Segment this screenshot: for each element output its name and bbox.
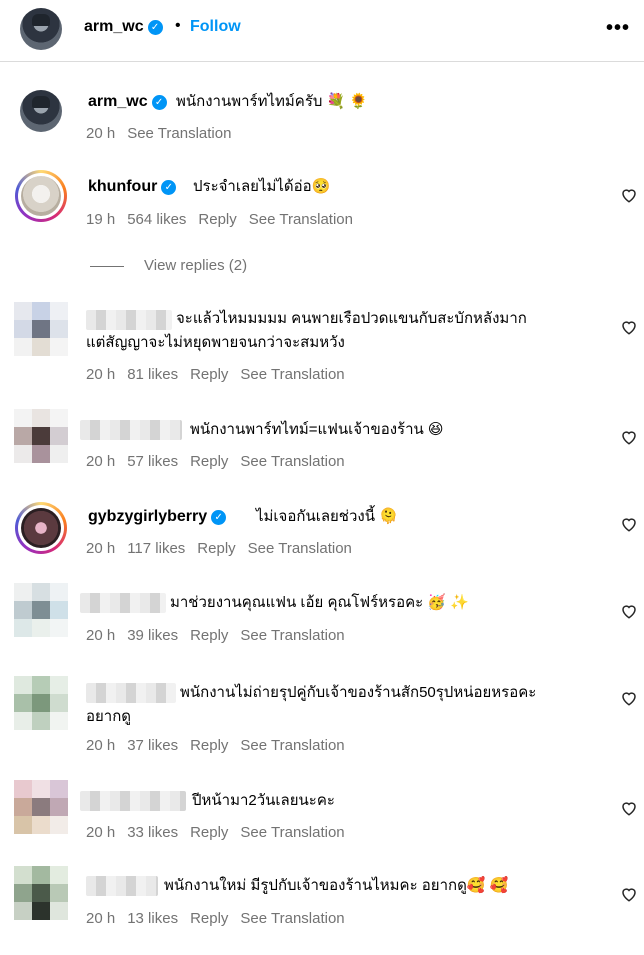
replies-divider	[90, 266, 124, 267]
reply-button[interactable]: Reply	[198, 211, 236, 228]
timestamp: 20 h	[86, 540, 116, 557]
like-heart-icon[interactable]	[620, 515, 638, 533]
blurred-username[interactable]	[80, 593, 166, 613]
comment-text: มาช่วยงานคุณแฟน เอ้ย คุณโฟร์หรอคะ 🥳 ✨	[170, 594, 469, 611]
comment-text: พนักงานใหม่ มีรูปกับเจ้าของร้านไหมคะ อยา…	[164, 877, 509, 894]
like-heart-icon[interactable]	[620, 602, 638, 620]
blurred-username[interactable]	[86, 683, 176, 703]
timestamp: 20 h	[86, 737, 116, 754]
caption-username[interactable]: arm_wc ✓	[88, 93, 167, 111]
caption-meta: 20 h See Translation	[86, 125, 243, 142]
see-translation-link[interactable]: See Translation	[249, 211, 353, 228]
likes-count[interactable]: 117 likes	[127, 540, 185, 557]
see-translation-link[interactable]: See Translation	[240, 824, 344, 841]
likes-count[interactable]: 13 likes	[127, 910, 178, 927]
comment-avatar[interactable]	[14, 676, 68, 730]
comment-text: ไม่เจอกันเลยช่วงนี้ 🫠	[256, 508, 398, 525]
verified-badge-icon: ✓	[151, 95, 167, 110]
comment-meta: 20 h 39 likes Reply See Translation	[86, 627, 357, 644]
reply-button[interactable]: Reply	[190, 824, 228, 841]
reply-button[interactable]: Reply	[190, 910, 228, 927]
verified-badge-icon: ✓	[147, 20, 163, 35]
comment-avatar[interactable]	[14, 302, 68, 356]
view-replies-button[interactable]: View replies (2)	[144, 257, 247, 274]
comment-text-line2: แต่สัญญาจะไม่หยุดพายจนกว่าจะสมหวัง	[86, 334, 345, 351]
verified-badge-icon: ✓	[161, 180, 177, 195]
comment-meta: 19 h 564 likes Reply See Translation	[86, 211, 365, 228]
likes-count[interactable]: 564 likes	[127, 211, 186, 228]
separator-dot: •	[175, 17, 181, 34]
comment-meta: 20 h 13 likes Reply See Translation	[86, 910, 357, 927]
comment-avatar[interactable]	[14, 780, 68, 834]
like-heart-icon[interactable]	[620, 318, 638, 336]
caption-avatar[interactable]	[20, 90, 62, 132]
comment-avatar[interactable]	[15, 502, 67, 554]
caption-text: พนักงานพาร์ทไทม์ครับ 💐 🌻	[176, 93, 369, 110]
see-translation-link[interactable]: See Translation	[240, 910, 344, 927]
comment-meta: 20 h 117 likes Reply See Translation	[86, 540, 364, 557]
more-options-icon[interactable]: •••	[606, 17, 630, 40]
reply-button[interactable]: Reply	[190, 737, 228, 754]
like-heart-icon[interactable]	[620, 428, 638, 446]
blurred-username[interactable]	[86, 876, 158, 896]
comment-meta: 20 h 81 likes Reply See Translation	[86, 366, 357, 383]
timestamp: 20 h	[86, 910, 116, 927]
timestamp: 20 h	[86, 627, 116, 644]
comment-meta: 20 h 37 likes Reply See Translation	[86, 737, 357, 754]
comment-text-line2: อยากดู	[86, 708, 132, 725]
blurred-username[interactable]	[80, 420, 182, 440]
see-translation-link[interactable]: See Translation	[127, 125, 231, 142]
like-heart-icon[interactable]	[620, 186, 638, 204]
verified-badge-icon: ✓	[211, 510, 227, 525]
post-header: arm_wc ✓ • Follow •••	[0, 0, 644, 62]
comment-text: ปีหน้ามา2วันเลยนะคะ	[192, 792, 335, 809]
likes-count[interactable]: 81 likes	[127, 366, 178, 383]
reply-button[interactable]: Reply	[197, 540, 235, 557]
like-heart-icon[interactable]	[620, 689, 638, 707]
see-translation-link[interactable]: See Translation	[240, 366, 344, 383]
see-translation-link[interactable]: See Translation	[240, 627, 344, 644]
comment-text: พนักงานไม่ถ่ายรุปคู่กับเจ้าของร้านสัก50ร…	[180, 684, 537, 701]
timestamp: 20 h	[86, 824, 116, 841]
likes-count[interactable]: 37 likes	[127, 737, 178, 754]
follow-button[interactable]: Follow	[190, 18, 241, 36]
like-heart-icon[interactable]	[620, 885, 638, 903]
reply-button[interactable]: Reply	[190, 453, 228, 470]
timestamp: 19 h	[86, 211, 116, 228]
reply-button[interactable]: Reply	[190, 627, 228, 644]
see-translation-link[interactable]: See Translation	[248, 540, 352, 557]
author-avatar[interactable]	[20, 8, 62, 50]
timestamp: 20 h	[86, 125, 116, 142]
timestamp: 20 h	[86, 453, 116, 470]
comment-username[interactable]: khunfour ✓	[88, 178, 177, 196]
comment-avatar[interactable]	[14, 866, 68, 920]
comment-meta: 20 h 33 likes Reply See Translation	[86, 824, 357, 841]
comment-avatar[interactable]	[14, 409, 68, 463]
blurred-username[interactable]	[86, 310, 172, 330]
comment-text: ประจำเลยไม่ได้อ่อ🥺	[193, 178, 331, 195]
blurred-username[interactable]	[80, 791, 186, 811]
reply-button[interactable]: Reply	[190, 366, 228, 383]
like-heart-icon[interactable]	[620, 799, 638, 817]
likes-count[interactable]: 33 likes	[127, 824, 178, 841]
comment-avatar[interactable]	[14, 583, 68, 637]
likes-count[interactable]: 57 likes	[127, 453, 178, 470]
author-username[interactable]: arm_wc ✓	[84, 18, 163, 36]
likes-count[interactable]: 39 likes	[127, 627, 178, 644]
comment-meta: 20 h 57 likes Reply See Translation	[86, 453, 357, 470]
comment-username[interactable]: gybzygirlyberry ✓	[88, 508, 227, 526]
timestamp: 20 h	[86, 366, 116, 383]
see-translation-link[interactable]: See Translation	[240, 737, 344, 754]
comment-avatar[interactable]	[15, 170, 67, 222]
comment-text: พนักงานพาร์ทไทม์=แฟนเจ้าของร้าน 😆	[190, 421, 444, 438]
see-translation-link[interactable]: See Translation	[240, 453, 344, 470]
comment-text: จะแล้วไหมมมมม คนพายเรือปวดแขนกับสะบักหลั…	[176, 310, 527, 327]
